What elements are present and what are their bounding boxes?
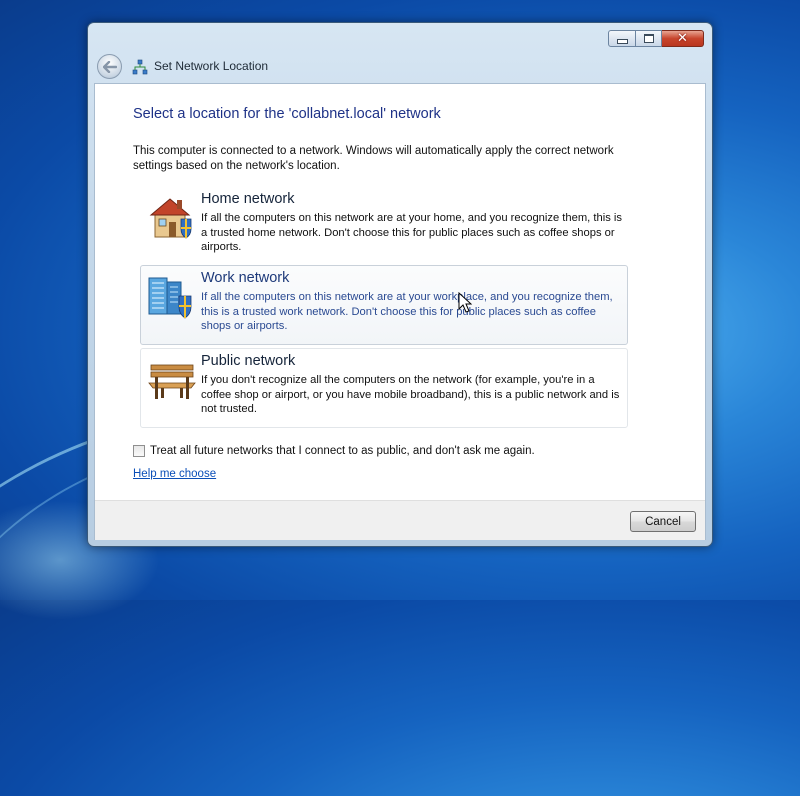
home-network-option[interactable]: Home network If all the computers on thi… <box>140 186 628 266</box>
network-icon <box>132 59 148 75</box>
cancel-button[interactable]: Cancel <box>630 511 696 532</box>
office-building-icon <box>148 277 192 319</box>
home-network-description: If all the computers on this network are… <box>201 212 622 253</box>
page-heading: Select a location for the 'collabnet.loc… <box>133 106 441 122</box>
maximize-button[interactable] <box>636 30 662 47</box>
park-bench-icon <box>148 364 196 399</box>
house-icon <box>149 198 192 239</box>
description-text: This computer is connected to a network.… <box>133 145 614 172</box>
public-network-description: If you don't recognize all the computers… <box>201 374 620 415</box>
back-arrow-icon <box>102 60 117 73</box>
work-network-option[interactable]: Work network If all the computers on thi… <box>140 265 628 345</box>
public-network-option[interactable]: Public network If you don't recognize al… <box>140 348 628 428</box>
treat-as-public-checkbox[interactable] <box>133 445 145 457</box>
set-network-location-window: ✕ Set Network Location Select a location… <box>87 22 713 547</box>
public-network-title: Public network <box>201 353 296 369</box>
close-icon: ✕ <box>677 31 688 46</box>
minimize-icon <box>616 38 628 44</box>
back-button[interactable] <box>97 54 122 79</box>
dialog-footer: Cancel <box>95 500 705 540</box>
mouse-cursor-icon <box>458 292 472 313</box>
treat-as-public-label[interactable]: Treat all future networks that I connect… <box>150 445 535 457</box>
treat-as-public-row: Treat all future networks that I connect… <box>133 445 535 457</box>
caption-buttons: ✕ <box>608 30 704 47</box>
minimize-button[interactable] <box>608 30 636 47</box>
dialog-content: Select a location for the 'collabnet.loc… <box>94 83 706 540</box>
close-button[interactable]: ✕ <box>662 30 704 47</box>
home-network-title: Home network <box>201 191 295 207</box>
maximize-icon <box>643 34 654 43</box>
work-network-description: If all the computers on this network are… <box>201 291 613 332</box>
window-title: Set Network Location <box>154 59 269 73</box>
help-me-choose-link[interactable]: Help me choose <box>133 468 216 480</box>
work-network-title: Work network <box>201 270 290 286</box>
